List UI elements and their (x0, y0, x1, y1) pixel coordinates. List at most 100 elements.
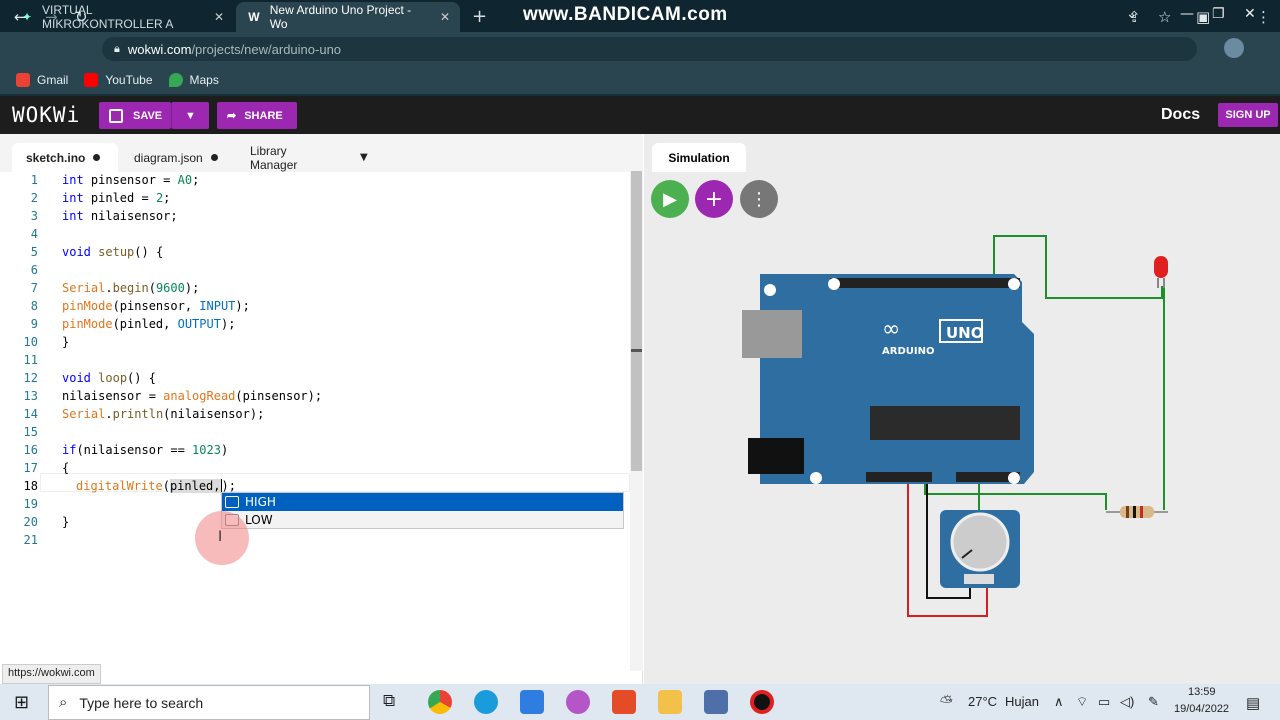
code-line: int pinled = 2; (62, 191, 171, 205)
forward-icon[interactable]: → (45, 8, 58, 26)
bandicam-app-icon[interactable] (750, 690, 774, 714)
notifications-icon[interactable]: ▤ (1246, 694, 1260, 712)
network-app-icon[interactable] (704, 690, 728, 714)
code-line: int nilaisensor; (62, 209, 178, 223)
save-icon (109, 108, 123, 123)
bookmark-youtube[interactable]: YouTube (84, 73, 153, 87)
sign-up-button[interactable]: SIGN UP (1218, 103, 1278, 127)
youtube-icon (84, 73, 99, 87)
close-icon[interactable]: ✕ (440, 10, 450, 24)
browser-tab-arduino[interactable]: W New Arduino Uno Project - Wo ✕ (236, 2, 460, 32)
bookmark-star-icon[interactable]: ☆ (1158, 8, 1171, 26)
editor-scrollbar-thumb[interactable] (631, 171, 642, 471)
code-line: pinMode(pinled, OUTPUT); (62, 317, 236, 331)
tab-diagram-json[interactable]: diagram.json (120, 143, 236, 172)
recorder-watermark: www.BANDICAM.com (523, 4, 728, 25)
code-line: Serial.println(nilaisensor); (62, 407, 265, 421)
tab-sketch-ino[interactable]: sketch.ino (12, 143, 118, 172)
tab-simulation[interactable]: Simulation (652, 143, 746, 172)
sidebar-icon[interactable]: ▣ (1196, 8, 1210, 26)
window-close-icon[interactable]: ✕ (1244, 6, 1256, 22)
browser-tab-virtual[interactable]: ✦ VIRTUAL MIKROKONTROLLER A ✕ (10, 2, 234, 32)
share-page-icon[interactable]: ⇪ (1128, 8, 1141, 26)
potentiometer[interactable] (940, 510, 1020, 588)
text-cursor-icon: I (218, 529, 223, 545)
constant-icon (225, 496, 239, 508)
weather-text[interactable]: Hujan (1005, 694, 1039, 709)
profile-avatar[interactable] (1224, 38, 1244, 58)
autocomplete-popup: HIGH LOW (221, 492, 624, 529)
bookmark-maps[interactable]: Maps (168, 73, 219, 87)
clock-date[interactable]: 19/04/2022 (1174, 703, 1229, 715)
paint-app-icon[interactable] (566, 690, 590, 714)
lock-icon: 🔒︎ (114, 42, 120, 55)
code-line: void loop() { (62, 371, 156, 385)
weather-icon[interactable]: ⛅︎ (940, 694, 953, 712)
suggestion-item[interactable]: LOW (222, 511, 623, 529)
url-host: wokwi.com (127, 41, 192, 57)
new-tab-icon[interactable]: + (472, 6, 487, 27)
tab-overflow-chevron-icon[interactable]: ▼ (360, 152, 368, 163)
close-icon[interactable]: ✕ (214, 10, 224, 24)
battery-icon[interactable]: ▭ (1098, 694, 1110, 710)
minimize-icon[interactable]: — (1180, 6, 1194, 22)
clock-time[interactable]: 13:59 (1188, 686, 1216, 698)
code-editor[interactable]: 1 int pinsensor = A0; 2 int pinled = 2; … (0, 171, 630, 671)
code-line: { (62, 461, 70, 475)
circuit-canvas[interactable]: ∞ UNO ARDUINO (644, 172, 1280, 684)
code-line: } (62, 515, 70, 529)
code-line: int pinsensor = A0; (62, 173, 200, 187)
maps-icon (168, 73, 183, 87)
arduino-infinity-logo: ∞ (882, 317, 900, 342)
suggestion-item[interactable]: HIGH (222, 493, 623, 511)
board-model-label: UNO (946, 324, 984, 342)
url-path: /projects/new/arduino-uno (191, 41, 342, 57)
show-hidden-icons-icon[interactable]: ∧ (1054, 694, 1064, 710)
taskbar-search-box[interactable]: ⌕ Type here to search (48, 685, 370, 720)
save-dropdown-button[interactable]: ▼ (171, 102, 209, 129)
arduino-uno-board[interactable]: ∞ UNO ARDUINO (742, 274, 1034, 484)
bookmarks-bar: Gmail YouTube Maps (0, 66, 1280, 94)
temperature-text[interactable]: 27°C (968, 694, 997, 709)
windows-start-icon[interactable]: ⊞ (14, 692, 29, 713)
chevron-down-icon: ▼ (185, 109, 196, 122)
file-explorer-icon[interactable] (658, 690, 682, 714)
reload-icon[interactable]: ↻ (75, 8, 88, 26)
restore-icon[interactable]: ❐ (1212, 6, 1225, 22)
pen-icon[interactable]: ✎ (1148, 694, 1159, 710)
scroll-position-marker (631, 349, 642, 352)
share-button[interactable]: ➦ SHARE (217, 102, 297, 129)
tab-library-manager[interactable]: Library Manager (236, 143, 346, 172)
menu-icon[interactable]: ⋮ (1256, 8, 1271, 26)
edge-app-icon[interactable] (474, 690, 498, 714)
board-brand-label: ARDUINO (882, 346, 934, 357)
address-bar[interactable]: 🔒︎ wokwi.com/projects/new/arduino-uno (102, 37, 1197, 61)
usb-port (742, 310, 802, 358)
code-line: nilaisensor = analogRead(pinsensor); (62, 389, 323, 403)
volume-icon[interactable]: ◁) (1120, 694, 1134, 710)
save-button[interactable]: SAVE (99, 102, 171, 129)
gmail-icon (16, 73, 30, 87)
browser-tab-label: VIRTUAL MIKROKONTROLLER A (42, 3, 174, 31)
unsaved-dot-icon (93, 154, 101, 161)
task-view-icon[interactable]: ⧉ (383, 691, 395, 711)
wire-gnd[interactable] (924, 480, 1107, 510)
browser-tab-label: New Arduino Uno Project - Wo (269, 3, 412, 31)
share-icon: ➦ (227, 110, 237, 122)
chrome-app-icon[interactable] (428, 690, 452, 714)
red-led[interactable] (1154, 256, 1168, 288)
wokwi-logo[interactable]: WOKWi (12, 103, 80, 127)
code-line: Serial.begin(9600); (62, 281, 200, 295)
search-icon: ⌕ (59, 694, 68, 711)
bookmark-gmail[interactable]: Gmail (16, 73, 68, 87)
wifi-icon[interactable]: ⌔ (1076, 694, 1088, 710)
atmega-chip (870, 406, 1020, 440)
unsaved-dot-icon (210, 154, 218, 161)
power-header (866, 472, 932, 482)
code-line: if(nilaisensor == 1023) (62, 443, 229, 457)
resistor[interactable] (1106, 506, 1168, 518)
office-app-icon[interactable] (612, 690, 636, 714)
docs-link[interactable]: Docs (1161, 106, 1200, 124)
mail-app-icon[interactable] (520, 690, 544, 714)
back-icon[interactable]: ← (14, 8, 27, 26)
